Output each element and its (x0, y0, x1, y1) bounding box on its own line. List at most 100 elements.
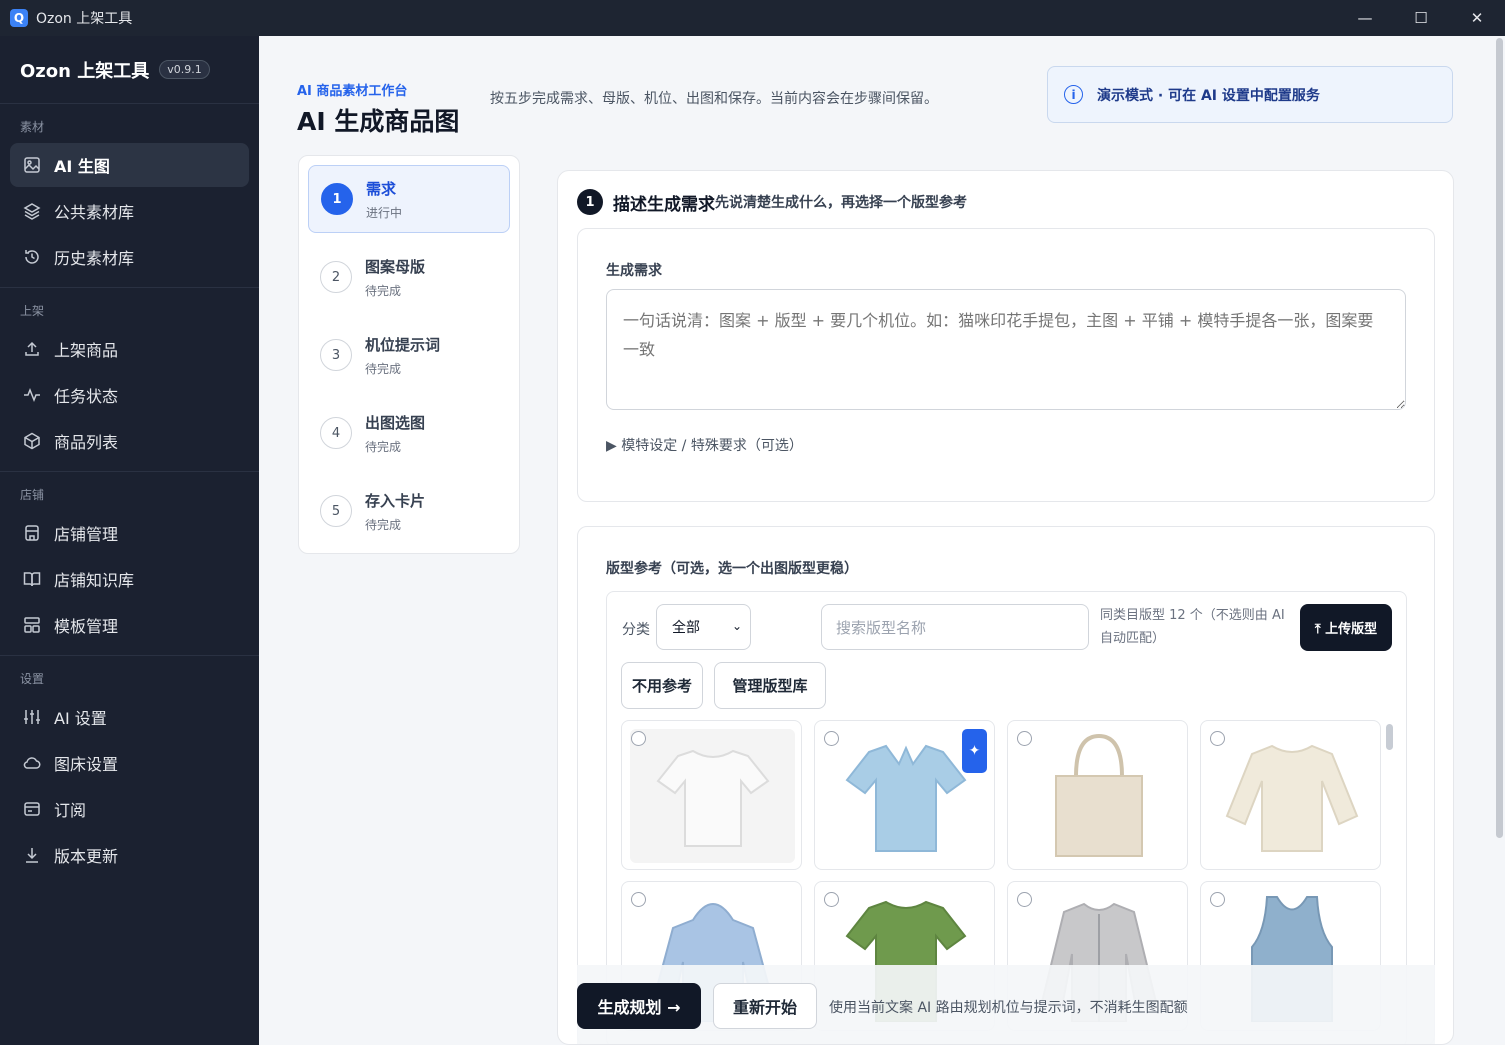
restart-button[interactable]: 重新开始 (713, 983, 817, 1029)
sliders-icon (22, 707, 42, 727)
upload-template-button[interactable]: ⤒ 上传版型 (1300, 604, 1392, 651)
sidebar-item-ai-image[interactable]: AI 生图 (10, 143, 249, 187)
history-icon (22, 247, 42, 267)
template-tile-canvas-tote[interactable] (1007, 720, 1188, 870)
template-tile-blue-polo[interactable]: ✦ (814, 720, 995, 870)
app-logo-icon: Q (10, 9, 28, 27)
category-select[interactable]: 全部 ⌄ (656, 604, 751, 650)
nav-section-store: 店铺 店铺管理 店铺知识库 模板管理 (0, 472, 259, 656)
template-radio[interactable] (1210, 731, 1225, 746)
template-tile-cream-sweatshirt[interactable] (1200, 720, 1381, 870)
sidebar-item-store-management[interactable]: 店铺管理 (10, 511, 249, 555)
template-radio[interactable] (631, 892, 646, 907)
sidebar-item-subscription[interactable]: 订阅 (10, 787, 249, 831)
sidebar-item-product-list[interactable]: 商品列表 (10, 419, 249, 463)
requirement-textarea[interactable] (606, 289, 1406, 410)
info-icon: i (1064, 85, 1083, 104)
template-tile-white-tshirt[interactable] (621, 720, 802, 870)
requirement-label: 生成需求 (606, 263, 662, 279)
step-title: 存入卡片 (365, 491, 426, 510)
maximize-button[interactable]: ☐ (1393, 0, 1449, 36)
layers-icon (22, 201, 42, 221)
no-reference-button[interactable]: 不用参考 (621, 662, 703, 709)
template-reference-label: 版型参考（可选，选一个出图版型更稳） (606, 561, 858, 577)
nav-section-settings: 设置 AI 设置 图床设置 订阅 版本更新 (0, 656, 259, 885)
step-1[interactable]: 1 需求 进行中 (308, 165, 510, 233)
main-area: AI 商品素材工作台 AI 生成商品图 按五步完成需求、母版、机位、出图和保存。… (259, 36, 1505, 1045)
sidebar-item-label: 店铺管理 (54, 525, 119, 544)
template-count-note: 同类目版型 12 个（不选则由 AI 自动匹配） (1100, 608, 1285, 646)
section-number: 1 (577, 189, 603, 215)
step-number: 3 (320, 339, 352, 371)
close-button[interactable]: ✕ (1449, 0, 1505, 36)
sidebar-item-template-management[interactable]: 模板管理 (10, 603, 249, 647)
section-title: 描述生成需求 (613, 194, 715, 215)
step-5[interactable]: 5 存入卡片待完成 (308, 477, 510, 545)
template-radio[interactable] (1017, 731, 1032, 746)
sidebar-item-label: 历史素材库 (54, 249, 135, 268)
step-title: 需求 (366, 179, 397, 198)
generate-plan-button[interactable]: 生成规划 → (577, 983, 701, 1029)
window-controls: — ☐ ✕ (1337, 0, 1505, 36)
template-radio[interactable] (824, 731, 839, 746)
sidebar-item-upload-product[interactable]: 上架商品 (10, 327, 249, 371)
step-status: 待完成 (365, 439, 402, 454)
step-title: 出图选图 (365, 413, 426, 432)
action-note: 使用当前文案 AI 路由规划机位与提示词，不消耗生图配额 (829, 1000, 1188, 1016)
activity-icon (22, 385, 42, 405)
sidebar-item-label: 店铺知识库 (54, 571, 135, 590)
minimize-button[interactable]: — (1337, 0, 1393, 36)
template-radio[interactable] (631, 731, 646, 746)
template-radio[interactable] (1210, 892, 1225, 907)
step-number: 4 (320, 417, 352, 449)
section-header: 1 描述生成需求 先说清楚生成什么，再选择一个版型参考 (577, 189, 967, 215)
template-radio[interactable] (1017, 892, 1032, 907)
step-2[interactable]: 2 图案母版 待完成 (308, 243, 510, 311)
nav-section-label: 上架 (20, 304, 45, 318)
nav-section-label: 素材 (20, 120, 45, 134)
window-title: Ozon 上架工具 (36, 11, 133, 27)
sparkle-icon[interactable]: ✦ (962, 729, 987, 773)
model-settings-expander[interactable]: ▶ 模特设定 / 特殊要求（可选） (606, 435, 803, 455)
sidebar-item-task-status[interactable]: 任务状态 (10, 373, 249, 417)
step-status: 进行中 (366, 205, 403, 220)
nav-section-material: 素材 AI 生图 公共素材库 历史素材库 (0, 104, 259, 288)
version-badge: v0.9.1 (159, 60, 210, 79)
chevron-down-icon: ⌄ (731, 619, 742, 633)
sidebar-item-label: 模板管理 (54, 617, 119, 636)
page-description: 按五步完成需求、母版、机位、出图和保存。当前内容会在步骤间保留。 (490, 91, 938, 107)
template-radio[interactable] (824, 892, 839, 907)
step-status: 待完成 (365, 517, 402, 532)
tshirt-image (630, 729, 795, 863)
sidebar-item-version-update[interactable]: 版本更新 (10, 833, 249, 877)
brand: Ozon 上架工具 v0.9.1 (0, 36, 259, 104)
template-search-input[interactable]: 搜索版型名称 (821, 604, 1089, 650)
sidebar-item-image-host[interactable]: 图床设置 (10, 741, 249, 785)
step-title: 机位提示词 (365, 335, 441, 354)
box-icon (22, 431, 42, 451)
tote-bag-image (1016, 729, 1181, 863)
sidebar-item-label: 版本更新 (54, 847, 119, 866)
section-subtitle: 先说清楚生成什么，再选择一个版型参考 (715, 195, 967, 211)
step-4[interactable]: 4 出图选图待完成 (308, 399, 510, 467)
step-3[interactable]: 3 机位提示词 待完成 (308, 321, 510, 389)
step-title: 图案母版 (365, 257, 426, 276)
sweatshirt-image (1209, 729, 1374, 863)
sidebar-item-label: AI 设置 (54, 709, 107, 728)
sidebar-item-ai-settings[interactable]: AI 设置 (10, 695, 249, 739)
demo-mode-text: 演示模式 · 可在 AI 设置中配置服务 (1097, 87, 1320, 104)
page-scrollbar[interactable] (1496, 38, 1503, 838)
sidebar-item-store-knowledge[interactable]: 店铺知识库 (10, 557, 249, 601)
sidebar-item-public-library[interactable]: 公共素材库 (10, 189, 249, 233)
download-icon (22, 845, 42, 865)
nav-section-label: 店铺 (20, 488, 45, 502)
template-grid-scrollbar[interactable] (1386, 724, 1393, 750)
manage-template-library-button[interactable]: 管理版型库 (714, 662, 826, 709)
sidebar-item-label: 上架商品 (54, 341, 119, 360)
layout-icon (22, 615, 42, 635)
sidebar-item-history-library[interactable]: 历史素材库 (10, 235, 249, 279)
brand-name: Ozon 上架工具 (20, 60, 150, 82)
sidebar-item-label: 订阅 (54, 801, 87, 820)
step-number: 5 (320, 495, 352, 527)
requirement-card: 生成需求 ▶ 模特设定 / 特殊要求（可选） (577, 228, 1435, 502)
